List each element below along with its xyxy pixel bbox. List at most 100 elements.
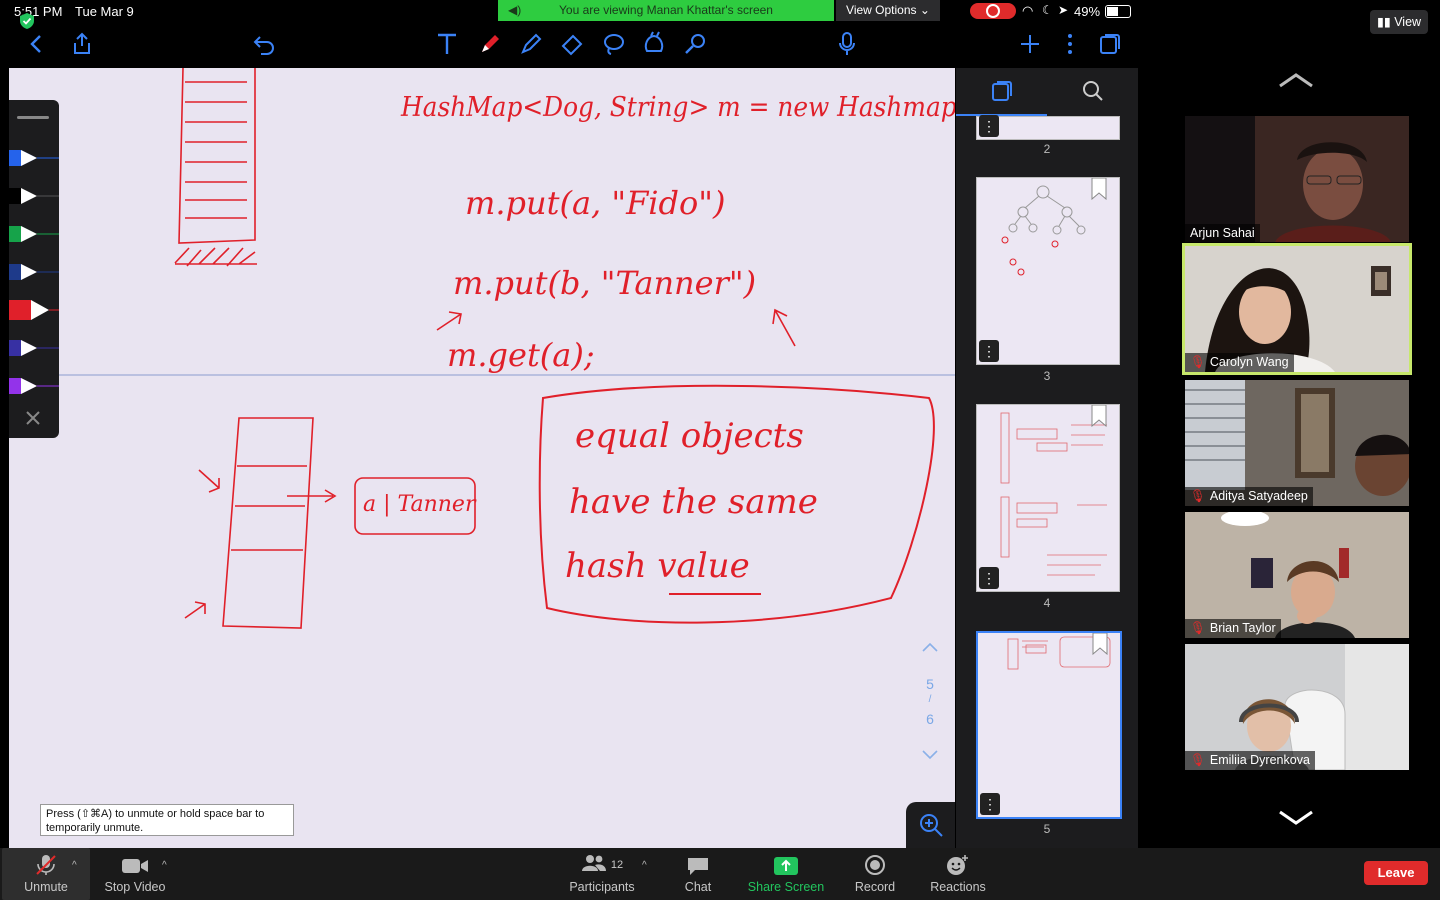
muted-mic-icon: 🎙 [1190, 753, 1206, 767]
page-thumbnail-active[interactable]: ⋮ [976, 631, 1122, 819]
audio-options-chevron-icon[interactable]: ^ [72, 860, 77, 871]
laser-pointer-icon[interactable] [681, 30, 709, 58]
thumbnail-menu-icon[interactable]: ⋮ [980, 793, 1000, 815]
elements-tool-icon[interactable] [640, 30, 668, 58]
pen-swatch-black[interactable] [9, 184, 59, 213]
participant-tile-active-speaker[interactable]: 🎙 Carolyn Wang [1182, 243, 1412, 375]
thumbnail-preview [1001, 185, 1086, 276]
stop-video-button[interactable]: Stop Video [96, 848, 174, 900]
add-page-icon[interactable] [1016, 30, 1044, 58]
viewing-banner: ◀) You are viewing Manan Khattar's scree… [498, 0, 834, 21]
chevron-down-icon: ⌄ [919, 3, 930, 17]
palette-handle[interactable] [17, 116, 49, 119]
highlighter-tool-icon[interactable] [517, 30, 545, 58]
thumbnail-page-number: 2 [1043, 142, 1051, 156]
ipad-status-bar: 5:51 PM Tue Mar 9 ◀) You are viewing Man… [0, 0, 1138, 29]
chat-button[interactable]: Chat [670, 848, 726, 900]
search-tab[interactable] [1047, 68, 1138, 114]
close-palette-icon[interactable] [23, 408, 43, 433]
array-sketch-top [174, 68, 257, 267]
muted-mic-icon: 🎙 [1190, 489, 1206, 503]
meeting-controls-bar: Unmute ^ Stop Video ^ 12 Participants ^ … [0, 848, 1440, 900]
pages-icon [991, 81, 1012, 101]
participants-icon [581, 855, 606, 871]
speaker-icon: ◀) [508, 3, 522, 17]
notes-toolbar [0, 22, 1138, 68]
page-down-icon[interactable] [921, 748, 939, 766]
bookmark-icon[interactable] [1091, 178, 1107, 200]
muted-mic-icon: 🎙 [1190, 355, 1206, 369]
thumbnail-menu-icon[interactable]: ⋮ [979, 115, 999, 137]
more-options-icon[interactable] [1056, 30, 1084, 58]
lasso-tool-icon[interactable] [600, 30, 628, 58]
wifi-icon: ◠ [1022, 3, 1034, 18]
pen-swatch-blue[interactable] [9, 146, 59, 175]
back-icon[interactable] [22, 30, 50, 58]
bucket-label: a | Tanner [363, 492, 476, 517]
bookmark-icon[interactable] [1091, 405, 1107, 427]
page-thumbnail[interactable]: ⋮ [976, 177, 1120, 365]
bookmark-icon[interactable] [1092, 633, 1108, 655]
array-sketch-bottom [222, 417, 314, 629]
participant-name: Brian Taylor [1209, 621, 1276, 635]
participant-tile[interactable]: 🎙 Brian Taylor [1185, 512, 1409, 638]
share-screen-button[interactable]: Share Screen [740, 848, 832, 900]
text-tool-icon[interactable] [433, 30, 461, 58]
search-icon [1082, 81, 1103, 101]
microphone-icon[interactable] [833, 30, 861, 58]
share-screen-icon [774, 857, 798, 875]
view-options-button[interactable]: View Options ⌄ [836, 0, 940, 21]
page-thumbnail[interactable]: ⋮ [976, 115, 1120, 140]
thumbnails-tab[interactable] [956, 68, 1047, 116]
page-separator: / [928, 694, 932, 705]
leave-button[interactable]: Leave [1364, 861, 1428, 885]
participant-name: Aditya Satyadeep [1209, 489, 1308, 503]
pen-swatch-indigo[interactable] [9, 336, 59, 365]
thumbnail-menu-icon[interactable]: ⋮ [979, 340, 999, 362]
page-up-icon[interactable] [921, 640, 939, 658]
video-options-chevron-icon[interactable]: ^ [162, 860, 167, 871]
muted-mic-icon: 🎙 [1190, 621, 1206, 635]
pen-palette [9, 100, 59, 438]
status-date: Tue Mar 9 [75, 4, 134, 19]
gallery-scroll-up-icon[interactable] [1278, 72, 1314, 93]
pen-swatch-purple[interactable] [9, 374, 59, 403]
pen-tool-icon[interactable] [476, 30, 504, 58]
undo-icon[interactable] [250, 30, 278, 58]
zoom-button[interactable] [906, 802, 955, 848]
screen-record-indicator [970, 3, 1016, 19]
page-overview-icon[interactable] [1096, 30, 1124, 58]
share-export-icon[interactable] [68, 30, 96, 58]
reactions-button[interactable]: Reactions [922, 848, 994, 900]
participants-button[interactable]: 12 Participants [562, 848, 642, 900]
pen-swatch-navy[interactable] [9, 260, 59, 289]
pen-swatch-green[interactable] [9, 222, 59, 251]
unmute-button[interactable]: Unmute [2, 848, 90, 900]
battery-icon [1105, 5, 1131, 18]
view-button[interactable]: ▮▮ View [1370, 10, 1428, 34]
participant-tile[interactable]: Arjun Sahai [1185, 116, 1409, 242]
thumbnail-preview [1000, 412, 1107, 576]
notebook-page[interactable]: HashMap<Dog, String> m = new Hashmap<>()… [9, 68, 955, 848]
code-line-declaration: HashMap<Dog, String> m = new Hashmap<>()… [401, 92, 955, 123]
participants-chevron-icon[interactable]: ^ [642, 860, 647, 871]
thumbnail-page-number: 4 [1043, 596, 1051, 610]
code-line-put-a: m.put(a, "Fido") [465, 184, 726, 222]
participant-tile[interactable]: 🎙 Emiliia Dyrenkova [1185, 644, 1409, 770]
gallery-scroll-down-icon[interactable] [1278, 810, 1314, 831]
video-camera-icon [122, 859, 148, 873]
participant-name: Emiliia Dyrenkova [1209, 753, 1310, 767]
note-line-1: equal objects [575, 416, 804, 456]
location-icon: ➤ [1058, 3, 1069, 17]
video-gallery: ▮▮ View Arjun Sahai 🎙 Carolyn Wang 🎙 Adi… [1138, 0, 1440, 848]
eraser-tool-icon[interactable] [558, 30, 586, 58]
record-icon [986, 4, 1000, 18]
participant-name: Arjun Sahai [1190, 226, 1255, 240]
page-thumbnail[interactable]: ⋮ [976, 404, 1120, 592]
chat-bubble-icon [688, 858, 708, 875]
participant-name: Carolyn Wang [1209, 355, 1289, 369]
pen-swatch-red-selected[interactable] [9, 296, 59, 329]
thumbnail-menu-icon[interactable]: ⋮ [979, 567, 999, 589]
record-button[interactable]: Record [846, 848, 904, 900]
participant-tile[interactable]: 🎙 Aditya Satyadeep [1185, 380, 1409, 506]
